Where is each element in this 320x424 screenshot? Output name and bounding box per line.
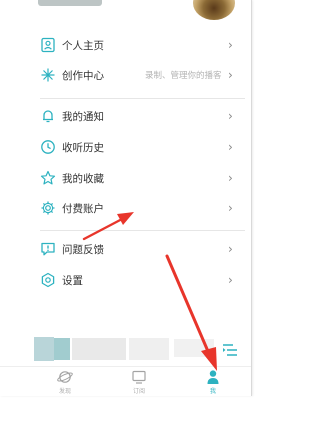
track-info-blurred xyxy=(72,338,126,360)
chevron-right-icon: › xyxy=(228,171,233,185)
profile-header[interactable] xyxy=(0,0,251,26)
playlist-icon[interactable] xyxy=(222,342,238,356)
tab-label-discover: 发现 xyxy=(58,388,71,395)
settings-icon xyxy=(40,272,56,288)
sparkle-icon xyxy=(40,67,56,83)
menu-item-favorites[interactable]: 我的收藏 › xyxy=(0,163,251,193)
mini-player[interactable] xyxy=(34,334,251,364)
menu-label-creator: 创作中心 xyxy=(62,70,104,82)
menu-label-settings: 设置 xyxy=(62,275,83,287)
menu-label-history: 收听历史 xyxy=(62,142,104,154)
chevron-right-icon: › xyxy=(228,242,233,256)
tab-me[interactable]: 我 xyxy=(193,369,233,396)
feedback-icon xyxy=(40,241,56,257)
tab-bar: 发现 订阅 我 xyxy=(0,366,251,396)
menu-item-profile[interactable]: 个人主页 › xyxy=(0,30,251,60)
person-icon xyxy=(207,370,219,384)
tv-icon xyxy=(132,370,146,384)
menu-item-feedback[interactable]: 问题反馈 › xyxy=(0,234,251,264)
clock-icon xyxy=(40,139,56,155)
person-card-icon xyxy=(40,37,56,53)
app-frame: 个人主页 › 创作中心 录制、管理你的播客 › 我的通知 › 收听历史 › 我的… xyxy=(0,0,252,396)
menu-item-history[interactable]: 收听历史 › xyxy=(0,132,251,162)
menu-hint-creator: 录制、管理你的播客 xyxy=(145,71,222,81)
tab-label-subscriptions: 订阅 xyxy=(132,388,145,395)
divider xyxy=(40,230,245,231)
track-info-blurred xyxy=(174,339,214,357)
chevron-right-icon: › xyxy=(228,140,233,154)
menu-label-favorites: 我的收藏 xyxy=(62,173,104,185)
divider xyxy=(40,98,245,99)
track-info-blurred xyxy=(129,338,169,360)
tab-label-me: 我 xyxy=(209,388,216,395)
menu-label-feedback: 问题反馈 xyxy=(62,244,104,256)
chevron-right-icon: › xyxy=(228,68,233,82)
chevron-right-icon: › xyxy=(228,109,233,123)
star-icon xyxy=(40,170,56,186)
menu-item-paid[interactable]: 付费账户 › xyxy=(0,193,251,223)
chevron-right-icon: › xyxy=(228,38,233,52)
chevron-right-icon: › xyxy=(228,201,233,215)
menu-item-settings[interactable]: 设置 › xyxy=(0,265,251,295)
tab-discover[interactable]: 发现 xyxy=(45,369,85,396)
bell-icon xyxy=(40,108,56,124)
album-art-blurred xyxy=(54,338,70,360)
planet-icon xyxy=(57,371,73,383)
chevron-right-icon: › xyxy=(228,273,233,287)
album-art-blurred xyxy=(34,337,54,361)
avatar[interactable] xyxy=(193,0,235,20)
menu-label-paid: 付费账户 xyxy=(62,203,104,215)
menu-item-creator[interactable]: 创作中心 录制、管理你的播客 › xyxy=(0,60,251,90)
menu-label-notifications: 我的通知 xyxy=(62,111,104,123)
tab-subscriptions[interactable]: 订阅 xyxy=(119,369,159,396)
username-blurred xyxy=(38,0,102,6)
menu-label-profile: 个人主页 xyxy=(62,40,104,52)
menu-item-notifications[interactable]: 我的通知 › xyxy=(0,101,251,131)
gear-icon xyxy=(40,200,56,216)
